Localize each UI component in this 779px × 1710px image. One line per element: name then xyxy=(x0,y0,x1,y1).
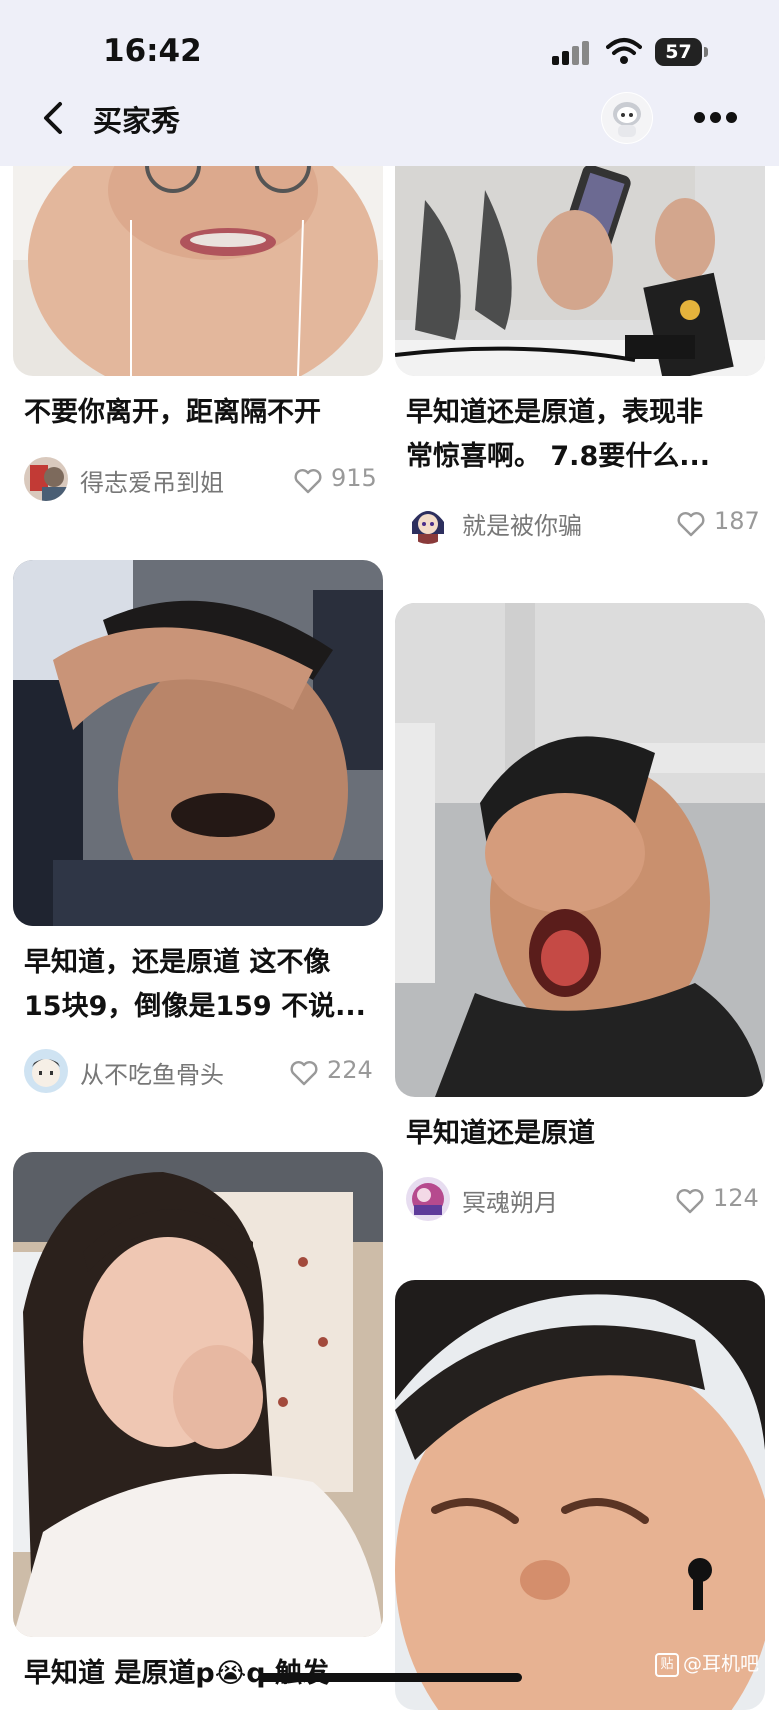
post-caption-line: 早知道还是原道，表现非 xyxy=(406,397,703,428)
like-count: 224 xyxy=(327,1056,373,1084)
username[interactable]: 冥魂朔月 xyxy=(462,1183,558,1218)
post-image[interactable] xyxy=(13,1152,383,1637)
post-image[interactable] xyxy=(395,1280,765,1710)
post-meta: 就是被你骗 187 xyxy=(406,500,760,546)
user-avatar[interactable] xyxy=(24,457,68,501)
post-image[interactable] xyxy=(13,560,383,926)
watermark-text: @耳机吧 xyxy=(683,1653,760,1675)
battery-icon: 57 xyxy=(655,38,702,66)
post-meta: 从不吃鱼骨头 224 xyxy=(24,1049,374,1095)
like-count: 124 xyxy=(713,1184,759,1212)
post-image[interactable] xyxy=(395,140,765,376)
username[interactable]: 得志爱吊到姐 xyxy=(80,463,224,498)
like-count: 187 xyxy=(714,507,760,535)
wifi-icon xyxy=(606,38,642,64)
heart-outline-icon[interactable] xyxy=(290,1060,318,1086)
robot-avatar-icon[interactable] xyxy=(601,92,653,144)
page-title: 买家秀 xyxy=(93,104,181,138)
heart-outline-icon[interactable] xyxy=(294,468,322,494)
watermark: 贴 @耳机吧 xyxy=(655,1649,759,1677)
home-indicator[interactable] xyxy=(258,1673,522,1682)
watermark-badge: 贴 xyxy=(655,1652,679,1677)
like-count: 915 xyxy=(331,464,377,492)
cellular-signal-icon xyxy=(552,41,590,65)
top-bar: 16:42 57 买家秀 xyxy=(0,0,779,166)
post-caption[interactable]: 早知道还是原道 xyxy=(406,1112,756,1156)
post-caption[interactable]: 早知道，还是原道 这不像 15块9，倒像是159 不说... xyxy=(24,941,374,1029)
heart-outline-icon[interactable] xyxy=(677,511,705,537)
heart-outline-icon[interactable] xyxy=(676,1188,704,1214)
username[interactable]: 从不吃鱼骨头 xyxy=(80,1055,224,1090)
chevron-left-icon[interactable] xyxy=(40,98,66,138)
post-caption-line: 常惊喜啊。 7.8要什么... xyxy=(406,441,711,472)
post-caption-line: 早知道，还是原道 这不像 xyxy=(24,947,331,978)
post-image[interactable] xyxy=(13,140,383,376)
user-avatar[interactable] xyxy=(406,500,450,544)
post-image[interactable] xyxy=(395,603,765,1097)
post-caption-line: 15块9，倒像是159 不说... xyxy=(24,991,366,1022)
post-meta: 冥魂朔月 124 xyxy=(406,1177,759,1223)
user-avatar[interactable] xyxy=(406,1177,450,1221)
more-dots-icon[interactable] xyxy=(694,112,738,124)
post-caption[interactable]: 不要你离开，距离隔不开 xyxy=(24,391,374,435)
post-meta: 得志爱吊到姐 915 xyxy=(24,457,377,503)
battery-tip xyxy=(704,47,708,57)
username[interactable]: 就是被你骗 xyxy=(462,506,582,541)
post-caption[interactable]: 早知道还是原道，表现非 常惊喜啊。 7.8要什么... xyxy=(406,391,756,479)
status-time: 16:42 xyxy=(103,33,202,69)
user-avatar[interactable] xyxy=(24,1049,68,1093)
